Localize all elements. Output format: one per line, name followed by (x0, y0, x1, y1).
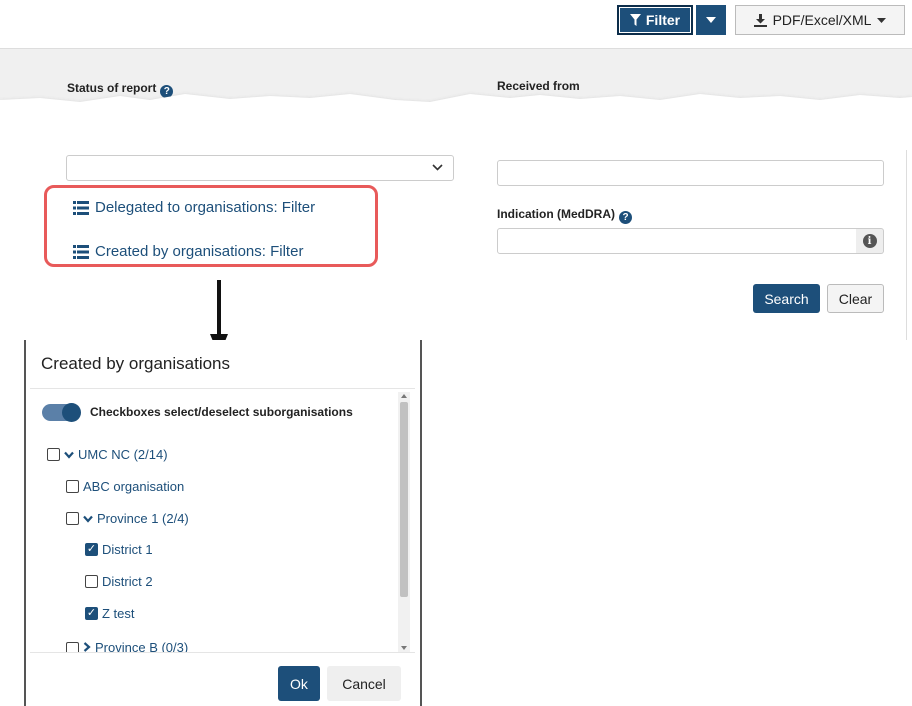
indication-info-button[interactable]: i (856, 228, 884, 254)
chevron-down-icon[interactable] (64, 451, 74, 459)
status-of-report-select[interactable] (66, 155, 454, 181)
tree-item[interactable]: District 2 (85, 574, 153, 589)
received-from-input[interactable] (497, 160, 884, 186)
export-button[interactable]: PDF/Excel/XML (735, 5, 905, 35)
scroll-down-icon[interactable] (401, 646, 407, 650)
filter-dropdown-button[interactable] (696, 5, 726, 35)
tree-item[interactable]: Province B (0/3) (66, 640, 188, 652)
tree-item[interactable]: Province 1 (2/4) (66, 511, 189, 526)
caret-down-icon (706, 17, 716, 23)
torn-edge-separator (0, 94, 912, 144)
toggle-knob (62, 403, 81, 422)
scrollbar-thumb[interactable] (400, 402, 408, 597)
modal-title: Created by organisations (41, 354, 231, 373)
chevron-right-icon[interactable] (83, 642, 91, 652)
caret-down-icon (877, 17, 887, 23)
tree-item[interactable]: ✓ District 1 (85, 542, 153, 557)
divider (30, 652, 415, 653)
download-icon (753, 13, 767, 27)
info-icon: i (862, 234, 877, 248)
cancel-button[interactable]: Cancel (327, 666, 401, 701)
checkbox[interactable] (47, 448, 60, 461)
funnel-icon (629, 14, 641, 26)
tree-item[interactable]: ✓ Z test (85, 606, 135, 621)
checkbox[interactable] (66, 642, 79, 652)
scroll-up-icon[interactable] (401, 394, 407, 398)
toggle-label: Checkboxes select/deselect suborganisati… (90, 405, 353, 419)
list-icon (73, 244, 89, 259)
indication-label: Indication (MedDRA)? (497, 207, 632, 224)
delegated-to-organisations-link[interactable]: Delegated to organisations: Filter (73, 199, 315, 216)
chevron-down-icon (432, 164, 443, 171)
checkbox[interactable] (66, 512, 79, 525)
search-button[interactable]: Search (753, 284, 820, 313)
divider (30, 388, 415, 389)
clear-button[interactable]: Clear (827, 284, 884, 313)
tree-item[interactable]: UMC NC (2/14) (47, 447, 168, 462)
chevron-down-icon[interactable] (83, 515, 93, 523)
checkbox-checked[interactable]: ✓ (85, 543, 98, 556)
created-by-organisations-link[interactable]: Created by organisations: Filter (73, 243, 303, 260)
help-icon[interactable]: ? (619, 211, 632, 224)
list-icon (73, 200, 89, 215)
tree-item[interactable]: ABC organisation (66, 479, 184, 494)
ok-button[interactable]: Ok (278, 666, 320, 701)
filter-button[interactable]: Filter (617, 5, 693, 35)
export-button-label: PDF/Excel/XML (772, 12, 872, 28)
divider (906, 150, 907, 340)
checkbox[interactable] (66, 480, 79, 493)
checkbox-checked[interactable]: ✓ (85, 607, 98, 620)
indication-input[interactable] (497, 228, 857, 254)
filter-button-label: Filter (645, 12, 681, 28)
checkbox[interactable] (85, 575, 98, 588)
